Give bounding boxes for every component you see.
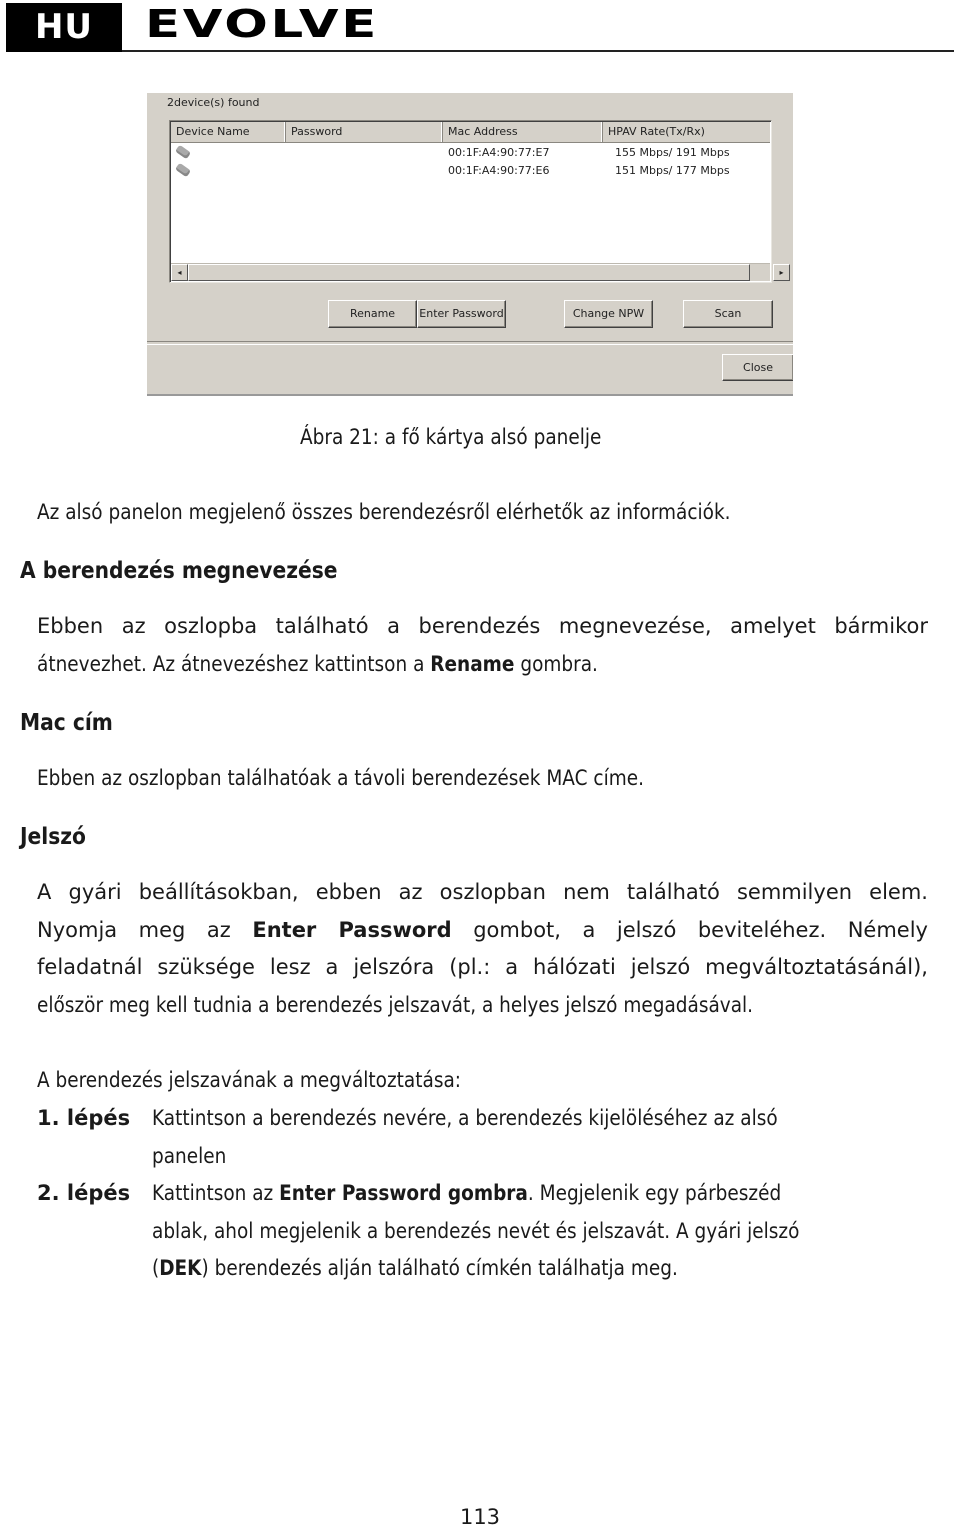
header-rule <box>122 50 954 52</box>
password-text-line4: először meg kell tudnia a berendezés jel… <box>37 993 754 1017</box>
step-2-label: 2. lépés <box>37 1181 131 1205</box>
step-1-label: 1. lépés <box>37 1106 131 1130</box>
mac-text: Ebben az oszlopban találhatóak a távoli … <box>37 766 644 790</box>
intro-paragraph: Az alsó panelon megjelenő összes berende… <box>37 500 731 524</box>
powerline-device-icon <box>174 162 192 178</box>
text-span: ) berendezés alján található címkén talá… <box>201 1256 678 1280</box>
panel-bottom-border <box>147 394 793 396</box>
rate-cell: 151 Mbps/ 177 Mbps <box>615 164 730 177</box>
scroll-right-arrow-icon[interactable]: ▸ <box>773 264 790 281</box>
step-1-line1: Kattintson a berendezés nevére, a berend… <box>152 1106 778 1130</box>
device-list-panel: 2device(s) found Device Name Password Ma… <box>147 93 793 396</box>
device-name-text-line2: átnevezhet. Az átnevezéshez kattintson a… <box>37 645 598 683</box>
change-npw-button[interactable]: Change NPW <box>564 300 653 328</box>
text-span: átnevezhet. Az átnevezéshez kattintson a <box>37 652 431 676</box>
rename-reference: Rename <box>430 652 515 676</box>
text-span: gombra. <box>514 652 598 676</box>
column-mac-address[interactable]: Mac Address <box>443 122 603 142</box>
step-1-line2: panelen <box>152 1144 227 1168</box>
table-row[interactable]: 00:1F:A4:90:77:E7 155 Mbps/ 191 Mbps <box>171 144 770 162</box>
device-name-text-line1: Ebben az oszlopba található a berendezés… <box>37 614 928 638</box>
column-device-name[interactable]: Device Name <box>171 122 286 142</box>
heading-password: Jelszó <box>20 824 86 850</box>
password-text-line1: A gyári beállításokban, ebben az oszlopb… <box>37 880 928 904</box>
step-2-line1: Kattintson az Enter Password gombra. Meg… <box>152 1174 781 1212</box>
text-span: Kattintson az <box>152 1181 280 1205</box>
figure-caption: Ábra 21: a fő kártya alsó panelje <box>300 425 602 449</box>
rate-cell: 155 Mbps/ 191 Mbps <box>615 146 730 159</box>
text-span: . Megjelenik egy párbeszéd <box>527 1181 782 1205</box>
list-header: Device Name Password Mac Address HPAV Ra… <box>171 122 770 143</box>
devices-found-status: 2device(s) found <box>167 96 260 109</box>
column-password[interactable]: Password <box>286 122 443 142</box>
password-text-line2: Nyomja meg az Enter Password gombot, a j… <box>37 911 928 949</box>
procedure-title: A berendezés jelszavának a megváltoztatá… <box>37 1068 461 1092</box>
rename-button[interactable]: Rename <box>328 300 417 328</box>
mac-cell: 00:1F:A4:90:77:E6 <box>448 164 550 177</box>
heading-device-name: A berendezés megnevezése <box>20 558 338 584</box>
password-text-line3: feladatnál szüksége lesz a jelszóra (pl.… <box>37 955 928 979</box>
panel-divider <box>147 341 793 345</box>
text-span: gombot, a jelszó beviteléhez. Némely <box>451 918 928 942</box>
enter-password-reference: Enter Password gombra <box>279 1181 528 1205</box>
enter-password-button[interactable]: Enter Password <box>417 300 506 328</box>
column-hpav-rate[interactable]: HPAV Rate(Tx/Rx) <box>603 122 770 142</box>
scroll-left-arrow-icon[interactable]: ◂ <box>171 264 188 281</box>
step-2-line2: ablak, ahol megjelenik a berendezés nevé… <box>152 1219 800 1243</box>
scrollbar-thumb[interactable] <box>188 264 750 281</box>
powerline-device-icon <box>174 144 192 160</box>
language-badge: HU <box>6 3 122 52</box>
scan-button[interactable]: Scan <box>683 300 773 328</box>
mac-cell: 00:1F:A4:90:77:E7 <box>448 146 550 159</box>
heading-mac: Mac cím <box>20 710 113 736</box>
dek-reference: DEK <box>159 1256 202 1280</box>
brand-logo: EVOLVE <box>145 2 380 46</box>
close-button[interactable]: Close <box>722 354 793 381</box>
step-2-line3: (DEK) berendezés alján található címkén … <box>152 1249 678 1287</box>
enter-password-reference: Enter Password <box>252 918 452 942</box>
table-row[interactable]: 00:1F:A4:90:77:E6 151 Mbps/ 177 Mbps <box>171 162 770 180</box>
device-list[interactable]: Device Name Password Mac Address HPAV Ra… <box>169 120 790 283</box>
horizontal-scrollbar[interactable]: ◂ ▸ <box>171 263 790 281</box>
text-span: Nyomja meg az <box>37 918 253 942</box>
page-number: 113 <box>459 1505 501 1529</box>
